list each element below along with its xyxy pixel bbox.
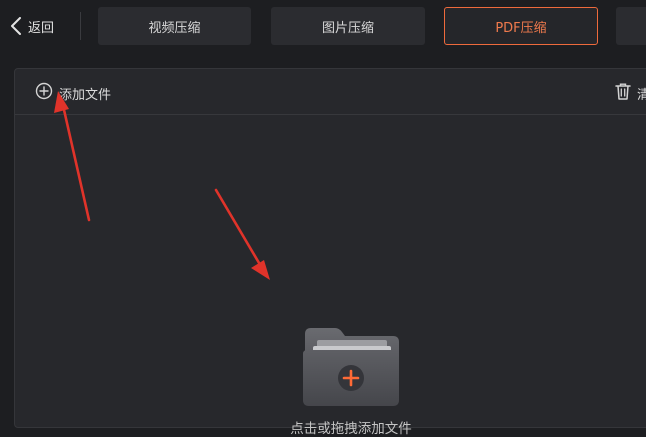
tab-video-compress[interactable]: 视频压缩	[98, 7, 251, 45]
tab-label: PDF压缩	[495, 20, 547, 36]
add-file-label: 添加文件	[59, 87, 112, 103]
tab-more[interactable]	[616, 7, 646, 45]
drop-hint: 点击或拖拽添加文件	[290, 421, 412, 437]
panel-toolbar: 添加文件 清	[15, 69, 646, 115]
tab-pdf-compress[interactable]: PDF压缩	[444, 7, 598, 45]
plus-circle-icon	[35, 82, 53, 104]
chevron-left-icon	[10, 17, 22, 35]
file-panel: 添加文件 清 点击或拖拽添加文件	[14, 68, 646, 437]
folder-plus-icon[interactable]	[301, 326, 401, 408]
tab-label: 图片压缩	[321, 20, 374, 36]
clear-label: 清	[637, 87, 646, 103]
header-divider	[80, 12, 81, 40]
trash-icon	[613, 81, 633, 105]
clear-list-button[interactable]: 清	[613, 81, 646, 105]
tab-label: 视频压缩	[148, 20, 201, 36]
add-file-button[interactable]: 添加文件	[35, 82, 111, 104]
back-button[interactable]: 返回	[10, 13, 54, 39]
back-label: 返回	[28, 20, 55, 36]
top-bar: 返回 视频压缩 图片压缩 PDF压缩	[0, 0, 646, 58]
tab-image-compress[interactable]: 图片压缩	[271, 7, 425, 45]
drop-zone[interactable]: 点击或拖拽添加文件	[15, 115, 646, 437]
